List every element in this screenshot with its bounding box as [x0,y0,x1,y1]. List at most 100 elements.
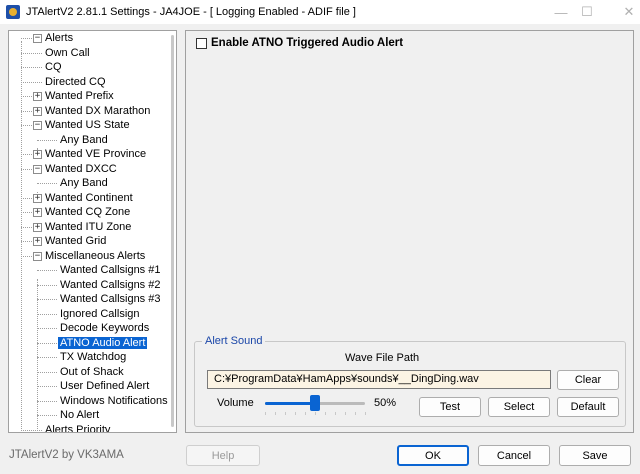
tree-item[interactable]: Wanted ITU Zone [43,220,133,234]
title-bar: JTAlertV2 2.81.1 Settings - JA4JOE - [ L… [0,0,640,24]
collapse-icon[interactable]: − [33,34,42,43]
tree-item[interactable]: Wanted Callsigns #2 [58,278,162,292]
select-button[interactable]: Select [488,397,550,417]
tree-item-label: Wanted Callsigns #3 [60,293,161,305]
tree-item[interactable]: Ignored Callsign [58,307,142,321]
alert-sound-title: Alert Sound [202,335,266,347]
tree-guide-line [21,41,22,431]
tree-connector [37,313,57,315]
tree-item[interactable]: CQ [43,60,64,74]
volume-tick [335,412,336,415]
volume-tick [285,412,286,415]
tree-item[interactable]: Any Band [58,176,110,190]
tree-item-label: Ignored Callsign [60,307,140,320]
volume-slider[interactable] [265,395,366,415]
tree-item[interactable]: Wanted Grid [43,234,108,248]
volume-tick [345,412,346,415]
app-icon [6,5,20,19]
tree-item[interactable]: Wanted CQ Zone [43,205,132,219]
expand-icon[interactable]: + [33,193,42,203]
clear-button[interactable]: Clear [557,370,619,390]
tree-item[interactable]: Wanted VE Province [43,147,148,161]
cancel-button[interactable]: Cancel [478,445,550,466]
tree-item[interactable]: TX Watchdog [58,350,128,364]
window-title: JTAlertV2 2.81.1 Settings - JA4JOE - [ L… [26,6,356,18]
tree-connector [37,270,57,271]
tree-item[interactable]: Wanted Prefix [43,89,116,103]
tree-connector [37,415,57,416]
collapse-icon[interactable]: − [33,121,42,130]
volume-label: Volume [217,397,254,409]
tree-item[interactable]: Alerts Priority [43,423,112,433]
tree-item[interactable]: Own Call [43,46,92,60]
expand-icon[interactable]: + [33,92,42,101]
tree-item-label: Wanted CQ Zone [45,206,131,218]
tree-item-label: Wanted VE Province [45,148,147,160]
expand-icon[interactable]: + [33,222,42,232]
tree-item[interactable]: Wanted Callsigns #1 [58,263,162,277]
tree-item[interactable]: Wanted US State [43,118,132,132]
tree-item-label: Wanted Callsigns #1 [60,264,161,276]
tree-connector [21,429,42,431]
volume-tick [325,412,326,415]
tree-item[interactable]: Any Band [58,133,110,147]
tree-connector [37,386,57,387]
tree-guide-line [37,279,38,431]
tree-item-label: Any Band [60,133,108,146]
maximize-button[interactable]: ☐ [564,0,610,24]
tree-item-label: TX Watchdog [60,351,127,363]
tree-item-label: Own Call [45,46,90,59]
tree-item-label: Windows Notifications [60,394,168,407]
tree-connector [37,400,57,402]
tree-item-label: Alerts [45,32,74,44]
volume-tick [365,412,366,415]
close-button[interactable]: ✕ [606,0,640,24]
tree-item[interactable]: ATNO Audio Alert [58,336,148,350]
tree-item[interactable]: Alerts [43,31,75,45]
volume-value: 50% [374,397,397,409]
help-button[interactable]: Help [186,445,260,466]
tree-item[interactable]: Wanted Continent [43,191,135,205]
collapse-icon[interactable]: − [33,251,42,261]
wave-file-path-field[interactable]: C:¥ProgramData¥HamApps¥sounds¥__DingDing… [207,370,551,389]
expand-icon[interactable]: + [33,237,42,246]
enable-atno-checkbox[interactable] [196,38,207,49]
tree-item-label: No Alert [60,409,100,421]
expand-icon[interactable]: + [33,150,42,159]
tree-item[interactable]: Wanted Callsigns #3 [58,292,162,306]
tree-item[interactable]: Decode Keywords [58,321,151,335]
tree-item-label: Directed CQ [45,75,106,88]
tree-item-label: CQ [45,61,62,73]
tree-item[interactable]: Windows Notifications [58,394,170,408]
collapse-icon[interactable]: − [33,164,42,174]
tree-item-label: Miscellaneous Alerts [45,249,146,262]
test-button[interactable]: Test [419,397,481,417]
tree-item[interactable]: Wanted DXCC [43,162,119,176]
tree-item[interactable]: Miscellaneous Alerts [43,249,147,263]
expand-icon[interactable]: + [33,208,42,217]
alert-sound-group: Alert Sound Wave File Path C:¥ProgramDat… [194,335,626,427]
expand-icon[interactable]: + [33,106,42,116]
tree-item[interactable]: Out of Shack [58,365,126,379]
tree-item[interactable]: No Alert [58,408,101,422]
volume-slider-fill [265,402,315,405]
tree-item[interactable]: Wanted DX Marathon [43,104,152,118]
tree-connector [37,299,57,300]
tree-item-label: Wanted DXCC [45,162,117,175]
tree-item-label: Out of Shack [60,365,124,378]
tree-connector [37,183,57,184]
settings-content-panel: Enable ATNO Triggered Audio Alert Alert … [185,30,634,433]
tree-connector [37,342,57,344]
settings-tree[interactable]: Alerts − Own Call CQ Directed CQ Wanted Prefi… [8,30,177,433]
ok-button[interactable]: OK [397,445,469,466]
volume-tick [295,412,296,415]
tree-item[interactable]: User Defined Alert [58,379,151,393]
tree-scrollbar[interactable] [171,35,174,427]
tree-connector [37,328,57,329]
save-button[interactable]: Save [559,445,631,466]
tree-connector [37,357,57,358]
default-button[interactable]: Default [557,397,619,417]
volume-slider-thumb[interactable] [310,395,320,411]
volume-tick [275,412,276,415]
tree-item[interactable]: Directed CQ [43,75,108,89]
